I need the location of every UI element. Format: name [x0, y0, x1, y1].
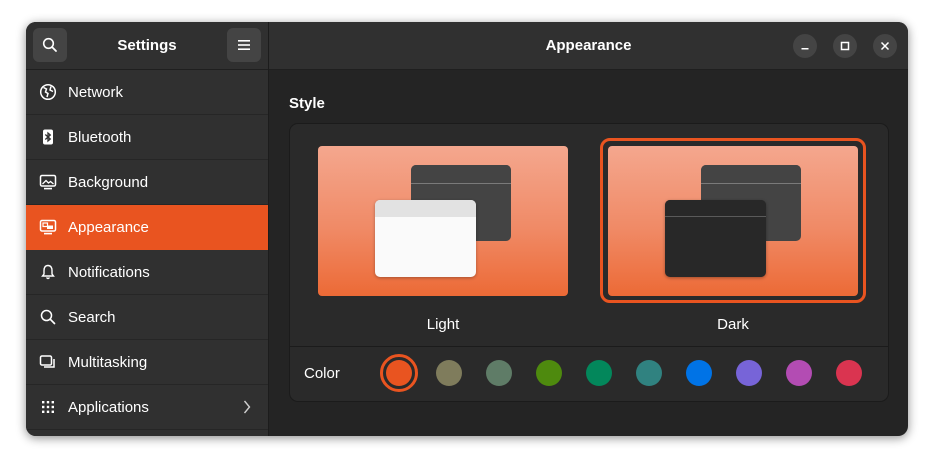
- maximize-button[interactable]: [833, 34, 857, 58]
- color-swatch-orange[interactable]: [386, 360, 412, 386]
- main-menu-button[interactable]: [227, 28, 261, 62]
- sidebar-item-notifications[interactable]: Notifications: [26, 250, 268, 295]
- sidebar-item-label: Search: [68, 308, 116, 326]
- color-swatch-prussian-green[interactable]: [636, 360, 662, 386]
- sidebar-item-label: Multitasking: [68, 353, 148, 371]
- appearance-icon: [39, 218, 57, 236]
- sidebar-item-label: Applications: [68, 398, 149, 416]
- sidebar-item-search[interactable]: Search: [26, 295, 268, 340]
- sidebar-item-multitasking[interactable]: Multitasking: [26, 340, 268, 385]
- sidebar-title: Settings: [117, 37, 177, 54]
- style-section-title: Style: [289, 95, 325, 112]
- color-swatch-purple[interactable]: [736, 360, 762, 386]
- light-theme-preview: [318, 146, 568, 296]
- sidebar-item-label: Background: [68, 173, 149, 191]
- sidebar-item-applications[interactable]: Applications: [26, 385, 268, 430]
- sidebar-item-label: Network: [68, 83, 124, 101]
- minimize-button[interactable]: [793, 34, 817, 58]
- sidebar-item-network[interactable]: Network: [26, 70, 268, 115]
- main-panel: Appearance Style Light Dark Color: [269, 22, 908, 436]
- style-option-light[interactable]: Light: [304, 138, 570, 350]
- main-header: Appearance: [269, 22, 908, 70]
- color-swatch-viridian[interactable]: [586, 360, 612, 386]
- background-icon: [39, 173, 57, 191]
- sidebar-item-label: Appearance: [68, 218, 149, 236]
- style-option-label: Dark: [717, 316, 749, 333]
- color-swatch-magenta[interactable]: [786, 360, 812, 386]
- multitasking-icon: [39, 353, 57, 371]
- style-card: Light Dark Color: [289, 123, 889, 402]
- card-divider: [290, 346, 888, 347]
- sidebar-item-background[interactable]: Background: [26, 160, 268, 205]
- dark-theme-preview: [608, 146, 858, 296]
- sidebar-header: Settings: [26, 22, 268, 70]
- sidebar-item-label: Notifications: [68, 263, 150, 281]
- color-swatch-red[interactable]: [836, 360, 862, 386]
- color-swatch-olive[interactable]: [536, 360, 562, 386]
- sidebar-item-label: Bluetooth: [68, 128, 132, 146]
- style-option-label: Light: [426, 316, 460, 333]
- sidebar-item-appearance[interactable]: Appearance: [26, 205, 268, 250]
- search-icon: [42, 37, 57, 52]
- sidebar-item-bluetooth[interactable]: Bluetooth: [26, 115, 268, 160]
- color-swatch-sage[interactable]: [486, 360, 512, 386]
- close-button[interactable]: [873, 34, 897, 58]
- close-icon: [880, 41, 890, 51]
- minimize-icon: [801, 48, 809, 50]
- chevron-right-icon: [242, 399, 252, 420]
- bluetooth-icon: [39, 128, 57, 146]
- network-icon: [39, 83, 57, 101]
- color-swatch-bark[interactable]: [436, 360, 462, 386]
- hamburger-icon: [238, 40, 250, 50]
- search-button[interactable]: [33, 28, 67, 62]
- color-swatch-blue[interactable]: [686, 360, 712, 386]
- search-icon: [39, 308, 57, 326]
- maximize-icon: [840, 41, 850, 51]
- settings-window: Settings Network Bluetooth Background Ap…: [26, 22, 908, 436]
- light-preview-front-window: [375, 200, 476, 277]
- sidebar: Settings Network Bluetooth Background Ap…: [26, 22, 269, 436]
- bell-icon: [39, 263, 57, 281]
- dark-preview-front-window: [665, 200, 766, 277]
- sidebar-list: Network Bluetooth Background Appearance …: [26, 70, 268, 430]
- grid-icon: [39, 398, 57, 416]
- color-label: Color: [304, 365, 340, 382]
- style-option-dark[interactable]: Dark: [600, 138, 866, 350]
